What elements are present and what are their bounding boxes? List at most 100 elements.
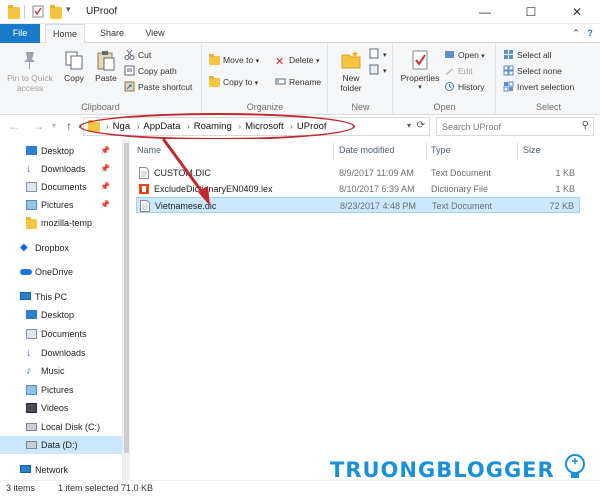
copy-to-icon xyxy=(209,76,220,87)
folder-icon xyxy=(8,5,20,19)
properties-icon xyxy=(409,49,431,71)
nav-item-pictures[interactable]: Pictures 📌 xyxy=(0,196,122,214)
rename-button[interactable]: Rename xyxy=(275,75,321,90)
nav-item-this-pc[interactable]: This PC xyxy=(0,288,122,306)
cut-button[interactable]: Cut xyxy=(124,48,151,63)
nav-label: Dropbox xyxy=(35,243,70,253)
help-icon[interactable]: ? xyxy=(584,24,596,43)
select-all-button[interactable]: Select all xyxy=(503,48,552,63)
column-header-type[interactable]: Type xyxy=(431,145,451,155)
paste-label: Paste xyxy=(95,73,117,83)
new-folder-button[interactable]: New folder xyxy=(334,49,368,93)
divider xyxy=(24,5,25,19)
copy-path-icon xyxy=(124,65,135,76)
up-arrow-icon[interactable]: ↑ xyxy=(66,119,72,133)
chevron-down-icon[interactable]: ▾ xyxy=(407,121,411,130)
lightbulb-logo-icon xyxy=(565,454,585,478)
nav-item-data-d[interactable]: Data (D:) xyxy=(0,436,122,454)
new-item-button[interactable]: ▾ xyxy=(369,47,387,62)
recent-locations-icon[interactable]: ▾ xyxy=(52,121,56,130)
paste-icon xyxy=(95,49,117,71)
file-type: Dictionary File xyxy=(431,184,489,194)
nav-label: Documents xyxy=(41,182,87,192)
pin-to-quick-access-button[interactable]: Pin to Quick access xyxy=(4,49,56,93)
pin-icon[interactable]: 📌 xyxy=(100,160,110,178)
close-button[interactable]: ✕ xyxy=(554,0,600,24)
nav-item-documents[interactable]: Documents 📌 xyxy=(0,178,122,196)
nav-item-downloads[interactable]: ↓ Downloads xyxy=(0,344,122,362)
new-folder-quick-icon[interactable] xyxy=(50,5,62,19)
paste-button[interactable]: Paste xyxy=(90,49,122,83)
edit-label: Edit xyxy=(458,66,473,76)
drive-d-icon xyxy=(26,441,37,449)
nav-item-documents[interactable]: Documents xyxy=(0,325,122,343)
nav-scrollbar[interactable] xyxy=(122,139,130,480)
status-bar: 3 items 1 item selected 71.0 KB xyxy=(0,480,600,496)
search-placeholder: Search UProof xyxy=(442,122,502,132)
column-header-date[interactable]: Date modified xyxy=(339,145,395,155)
copy-icon xyxy=(63,49,85,71)
column-divider[interactable] xyxy=(426,142,427,160)
refresh-icon[interactable]: ⟳ xyxy=(417,120,425,131)
paste-shortcut-button[interactable]: Paste shortcut xyxy=(124,80,192,95)
scrollbar-thumb[interactable] xyxy=(124,143,129,453)
nav-label: Network xyxy=(35,465,69,475)
nav-item-dropbox[interactable]: ◆ Dropbox xyxy=(0,239,122,257)
copy-button[interactable]: Copy xyxy=(58,49,90,83)
organize-group: Move to ▾ Copy to ▾ ✕ Delete ▾ Rename Org… xyxy=(203,43,328,115)
nav-item-downloads[interactable]: ↓ Downloads 📌 xyxy=(0,160,122,178)
nav-item-videos[interactable]: Videos xyxy=(0,399,122,417)
computer-icon xyxy=(20,292,31,300)
text-file-icon xyxy=(140,200,150,212)
title-bar: ▾ UProof — ☐ ✕ xyxy=(0,0,600,24)
tab-view[interactable]: View xyxy=(135,24,175,43)
tab-home[interactable]: Home xyxy=(45,24,85,44)
column-header-size[interactable]: Size xyxy=(523,145,541,155)
pin-icon[interactable]: 📌 xyxy=(100,178,110,196)
maximize-button[interactable]: ☐ xyxy=(508,0,554,24)
properties-label: Properties xyxy=(400,73,440,83)
downloads-icon: ↓ xyxy=(26,163,32,175)
nav-item-pictures[interactable]: Pictures xyxy=(0,381,122,399)
copy-to-button[interactable]: Copy to ▾ xyxy=(209,75,258,90)
history-button[interactable]: History xyxy=(444,80,484,95)
column-divider[interactable] xyxy=(517,142,518,160)
customize-quick-access-icon[interactable]: ▾ xyxy=(66,4,78,16)
column-divider[interactable] xyxy=(333,142,334,160)
edit-button[interactable]: Edit xyxy=(444,64,473,79)
delete-label: Delete xyxy=(289,55,314,65)
music-icon: ♪ xyxy=(26,365,32,377)
new-group: New folder ▾ ▾ New xyxy=(329,43,393,115)
nav-item-onedrive[interactable]: OneDrive xyxy=(0,263,122,281)
nav-item-music[interactable]: ♪ Music xyxy=(0,362,122,380)
copy-path-button[interactable]: Copy path xyxy=(124,64,177,79)
nav-item-desktop[interactable]: Desktop xyxy=(0,306,122,324)
nav-item-mozilla-temp[interactable]: mozilla-temp xyxy=(0,214,122,232)
pin-icon[interactable]: 📌 xyxy=(100,142,110,160)
invert-selection-button[interactable]: Invert selection xyxy=(503,80,574,95)
delete-button[interactable]: ✕ Delete ▾ xyxy=(275,53,319,68)
nav-item-local-disk-c[interactable]: Local Disk (C:) xyxy=(0,418,122,436)
tab-share[interactable]: Share xyxy=(92,24,132,43)
select-none-button[interactable]: Select none xyxy=(503,64,562,79)
easy-access-button[interactable]: ▾ xyxy=(369,63,387,78)
pictures-icon xyxy=(26,385,37,395)
open-button[interactable]: Open ▾ xyxy=(444,48,485,63)
tab-file[interactable]: File xyxy=(0,24,40,43)
forward-arrow-icon[interactable]: → xyxy=(32,119,44,133)
ribbon-collapse-icon[interactable]: ⌃ xyxy=(570,24,582,43)
move-to-button[interactable]: Move to ▾ xyxy=(209,53,259,68)
minimize-button[interactable]: — xyxy=(462,0,508,24)
back-arrow-icon[interactable]: ← xyxy=(8,119,20,133)
history-icon xyxy=(444,81,455,92)
nav-label: mozilla-temp xyxy=(41,218,93,228)
properties-quick-icon[interactable] xyxy=(32,5,44,18)
nav-item-desktop[interactable]: Desktop 📌 xyxy=(0,142,122,160)
search-input[interactable]: Search UProof ⚲ xyxy=(436,117,594,136)
text-file-icon xyxy=(139,167,149,179)
nav-item-network[interactable]: Network xyxy=(0,461,122,479)
ribbon: Pin to Quick access Copy Paste Cut Copy … xyxy=(0,43,600,115)
properties-button[interactable]: Properties ▾ xyxy=(397,49,443,93)
pin-icon[interactable]: 📌 xyxy=(100,196,110,214)
file-size: 72 KB xyxy=(549,201,574,211)
